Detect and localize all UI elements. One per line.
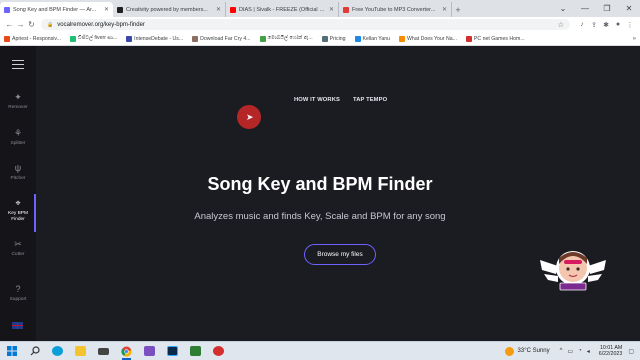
weather-text: 33°C Sunny bbox=[517, 348, 550, 354]
metronome-icon: ⌖ bbox=[15, 198, 21, 208]
bookmark-item[interactable]: මොබයිල් ෆෝන් ඇ... bbox=[259, 35, 313, 42]
tap-tempo-link[interactable]: TAP TEMPO bbox=[353, 97, 387, 103]
sidebar-item-cutter[interactable]: ✂ Cutter bbox=[0, 239, 36, 258]
bookmark-item[interactable]: IntenseDebate - Us... bbox=[126, 35, 183, 42]
close-tab-icon[interactable]: ✕ bbox=[442, 6, 447, 13]
browser-tab[interactable]: Creativity powered by members... ✕ bbox=[113, 2, 226, 17]
splitter-icon: ⚘ bbox=[13, 128, 23, 138]
bookmark-item[interactable]: Download Far Cry 4... bbox=[192, 35, 251, 42]
window-controls: ⌄ — ❐ ✕ bbox=[552, 0, 640, 17]
bookmark-item[interactable]: PC net Games Hom... bbox=[465, 35, 525, 42]
converter-favicon-icon bbox=[343, 6, 349, 13]
weather-widget[interactable]: 33°C Sunny bbox=[504, 346, 550, 356]
windows-taskbar: 33°C Sunny ^ ▭ ◔ ◂ 10:01 AM 6/22/2023 ▢ bbox=[0, 341, 640, 360]
lock-icon[interactable]: 🔒 bbox=[47, 22, 53, 28]
bookmark-favicon-icon bbox=[465, 35, 472, 42]
back-icon[interactable]: ← bbox=[4, 20, 15, 29]
bookmark-favicon-icon bbox=[354, 35, 361, 42]
hamburger-menu-icon[interactable] bbox=[12, 60, 24, 69]
bookmark-favicon-icon bbox=[399, 35, 406, 42]
bookmark-item[interactable]: What Does Your Na... bbox=[399, 35, 457, 42]
close-tab-icon[interactable]: ✕ bbox=[329, 6, 334, 13]
page-subtitle: Analyzes music and finds Key, Scale and … bbox=[194, 211, 446, 222]
tab-title: Free YouTube to MP3 Converter... bbox=[352, 6, 436, 13]
tab-search-icon[interactable]: ⌄ bbox=[552, 0, 574, 17]
screen: Song Key and BPM Finder — Ar... ✕ Creati… bbox=[0, 0, 640, 360]
how-it-works-link[interactable]: HOW IT WORKS bbox=[294, 97, 340, 103]
bookmark-item[interactable]: Kellan Yanu bbox=[354, 35, 390, 42]
clock[interactable]: 10:01 AM 6/22/2023 bbox=[599, 345, 623, 358]
close-tab-icon[interactable]: ✕ bbox=[216, 6, 221, 13]
address-bar[interactable]: 🔒 vocalremover.org/key-bpm-finder ☆ bbox=[41, 19, 570, 30]
visual-studio-icon[interactable] bbox=[138, 343, 161, 360]
photoshop-icon[interactable] bbox=[161, 343, 184, 360]
extensions-icon[interactable]: ✱ bbox=[600, 21, 612, 29]
close-window-icon[interactable]: ✕ bbox=[618, 0, 640, 17]
bookmark-item[interactable]: Pricing bbox=[321, 35, 346, 42]
mouse-cursor-icon: ➤ bbox=[246, 112, 254, 122]
sun-icon bbox=[504, 346, 514, 356]
windows-start-icon[interactable] bbox=[0, 343, 23, 360]
browse-files-button[interactable]: Browse my files bbox=[304, 244, 376, 265]
sidebar-item-support[interactable]: ? Support bbox=[0, 284, 36, 303]
record-icon[interactable] bbox=[207, 343, 230, 360]
more-bookmarks-icon[interactable]: » bbox=[633, 36, 636, 42]
browser-tab[interactable]: DIAS | Sivalk - FREEZE (Official Mu... ✕ bbox=[226, 2, 339, 17]
help-icon: ? bbox=[15, 284, 21, 294]
language-flag-icon[interactable] bbox=[12, 322, 23, 329]
browser-tab-strip: Song Key and BPM Finder — Ar... ✕ Creati… bbox=[0, 0, 640, 17]
forward-icon[interactable]: → bbox=[15, 20, 26, 29]
sidebar-item-label: Splitter bbox=[10, 141, 26, 146]
youtube-favicon-icon bbox=[230, 6, 236, 13]
bookmark-item[interactable]: Apriest - Responsiv... bbox=[4, 35, 61, 42]
share-icon[interactable]: ⇪ bbox=[588, 21, 600, 29]
bookmark-favicon-icon bbox=[321, 35, 328, 42]
bookmark-favicon-icon bbox=[259, 35, 266, 42]
browser-toolbar: ← → ↻ 🔒 vocalremover.org/key-bpm-finder … bbox=[0, 17, 640, 32]
bookmark-favicon-icon bbox=[192, 35, 199, 42]
notification-icon[interactable]: ▢ bbox=[628, 348, 634, 355]
bookmark-star-icon[interactable]: ☆ bbox=[558, 21, 564, 29]
bookmark-favicon-icon bbox=[126, 35, 133, 42]
browser-tab[interactable]: Song Key and BPM Finder — Ar... ✕ bbox=[0, 2, 113, 17]
close-tab-icon[interactable]: ✕ bbox=[104, 6, 109, 13]
top-navigation: HOW IT WORKS TAP TEMPO bbox=[0, 97, 640, 107]
edge-icon[interactable] bbox=[46, 343, 69, 360]
page-title: Song Key and BPM Finder bbox=[207, 174, 433, 194]
maximize-icon[interactable]: ❐ bbox=[596, 0, 618, 17]
network-icon[interactable]: ◔ bbox=[578, 348, 582, 354]
volume-icon[interactable]: ◂ bbox=[587, 348, 590, 355]
tab-title: Song Key and BPM Finder — Ar... bbox=[13, 6, 97, 13]
bookmark-favicon-icon bbox=[4, 35, 10, 42]
reload-icon[interactable]: ↻ bbox=[26, 20, 37, 29]
menu-icon[interactable]: ⋮ bbox=[624, 21, 636, 29]
scissors-icon: ✂ bbox=[14, 239, 22, 249]
patreon-favicon-icon bbox=[117, 6, 123, 13]
sidebar-item-label: Support bbox=[9, 297, 27, 302]
system-tray: 33°C Sunny ^ ▭ ◔ ◂ 10:01 AM 6/22/2023 ▢ bbox=[504, 343, 640, 360]
sidebar-item-splitter[interactable]: ⚘ Splitter bbox=[0, 128, 36, 147]
microphone-icon[interactable]: ♪ bbox=[576, 21, 588, 28]
vocalremover-favicon-icon bbox=[4, 6, 10, 13]
profile-icon[interactable]: ● bbox=[612, 21, 624, 28]
mail-icon[interactable] bbox=[92, 343, 115, 360]
tab-title: DIAS | Sivalk - FREEZE (Official Mu... bbox=[239, 6, 327, 13]
bookmark-item[interactable]: ඩිජිටල් fiverr සා... bbox=[69, 35, 117, 42]
bookmark-favicon-icon bbox=[69, 35, 76, 42]
tab-title: Creativity powered by members... bbox=[126, 6, 208, 13]
minimize-icon[interactable]: — bbox=[574, 0, 596, 17]
bookmarks-bar: Apriest - Responsiv... ඩිජිටල් fiverr සා… bbox=[0, 32, 640, 46]
new-tab-button[interactable]: + bbox=[452, 2, 464, 17]
browser-tab[interactable]: Free YouTube to MP3 Converter... ✕ bbox=[339, 2, 452, 17]
url-text: vocalremover.org/key-bpm-finder bbox=[57, 21, 145, 28]
search-icon[interactable] bbox=[23, 343, 46, 360]
sidebar-item-label: Cutter bbox=[11, 252, 25, 257]
chrome-icon[interactable] bbox=[115, 343, 138, 360]
battery-icon[interactable]: ▭ bbox=[567, 348, 573, 355]
clock-date: 6/22/2023 bbox=[598, 351, 623, 357]
show-hidden-icons-icon[interactable]: ^ bbox=[560, 348, 563, 354]
file-explorer-icon[interactable] bbox=[69, 343, 92, 360]
channel-logo-watermark bbox=[540, 251, 606, 291]
sound-recorder-icon[interactable] bbox=[184, 343, 207, 360]
